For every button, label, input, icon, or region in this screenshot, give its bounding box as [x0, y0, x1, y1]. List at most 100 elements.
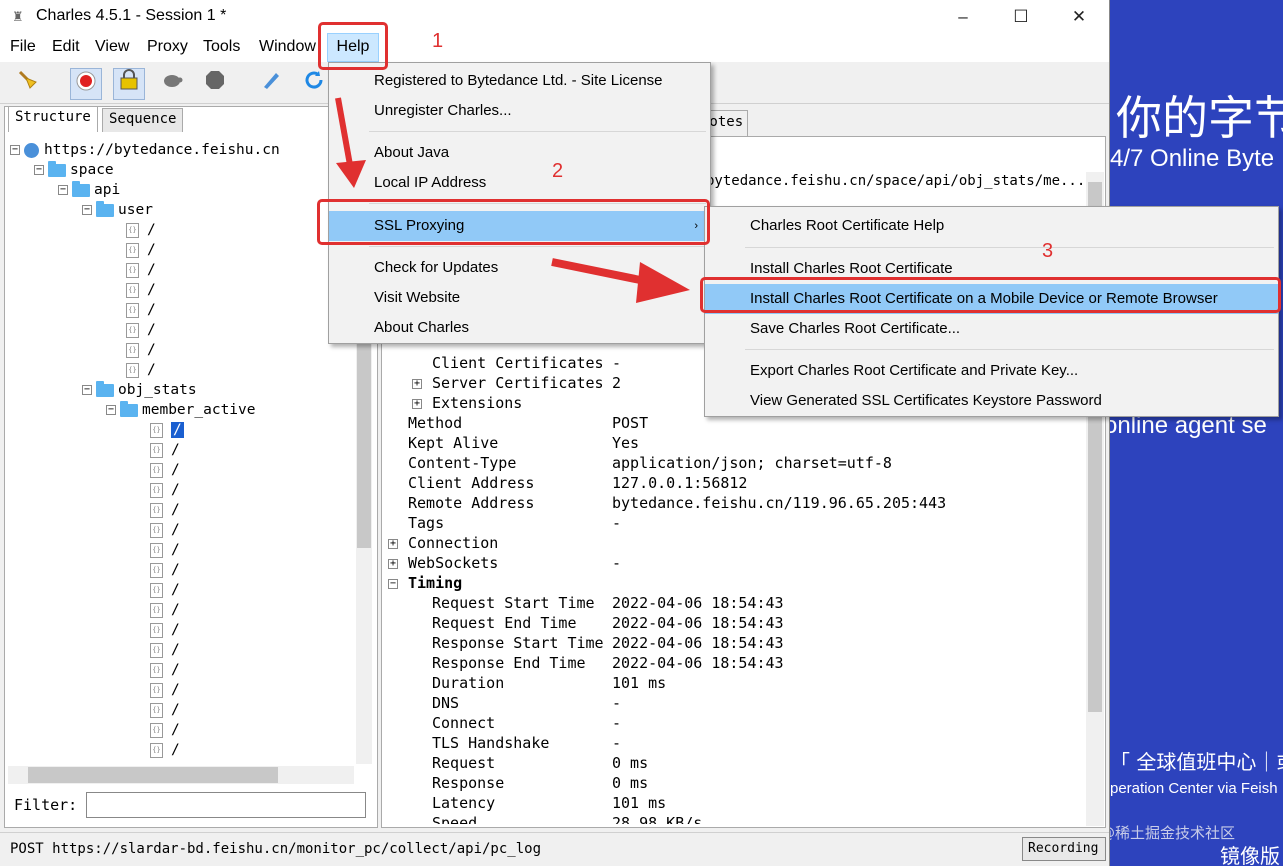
- tree-leaf[interactable]: {} /: [150, 600, 180, 620]
- menu-item-local-ip[interactable]: Local IP Address: [329, 168, 710, 198]
- tree-leaf[interactable]: {} /: [150, 480, 180, 500]
- collapse-icon[interactable]: −: [106, 405, 116, 415]
- detail-row[interactable]: + Connection: [386, 534, 1086, 554]
- menu-item-keystore-password[interactable]: View Generated SSL Certificates Keystore…: [705, 386, 1278, 416]
- menu-tools[interactable]: Tools: [203, 38, 240, 56]
- collapse-icon[interactable]: −: [388, 579, 398, 589]
- tree-api[interactable]: − api: [58, 180, 120, 200]
- turtle-icon[interactable]: [156, 68, 188, 100]
- bg-text-5: peration Center via Feish: [1110, 780, 1278, 797]
- pen-icon[interactable]: [255, 68, 287, 100]
- collapse-icon[interactable]: −: [82, 205, 92, 215]
- record-icon[interactable]: [70, 68, 102, 100]
- tree-leaf[interactable]: {} /: [150, 680, 180, 700]
- refresh-icon[interactable]: [298, 68, 330, 100]
- detail-key: Connect: [432, 714, 496, 732]
- minimize-button[interactable]: –: [940, 4, 986, 30]
- tree-leaf[interactable]: {} /: [150, 460, 180, 480]
- detail-row[interactable]: Speed 28.98 KB/s: [386, 814, 1086, 824]
- tree-leaf[interactable]: {} /: [126, 260, 156, 280]
- detail-row[interactable]: TLS Handshake -: [386, 734, 1086, 754]
- tree-leaf[interactable]: {} /: [150, 700, 180, 720]
- collapse-icon[interactable]: −: [10, 145, 20, 155]
- menu-item-root-cert-help[interactable]: Charles Root Certificate Help: [705, 211, 1278, 241]
- menu-edit[interactable]: Edit: [52, 38, 80, 56]
- tree-leaf[interactable]: {} /: [126, 220, 156, 240]
- broom-icon[interactable]: [12, 68, 44, 100]
- detail-row[interactable]: Request End Time 2022-04-06 18:54:43: [386, 614, 1086, 634]
- menu-item-unregister[interactable]: Unregister Charles...: [329, 96, 710, 126]
- tree-leaf[interactable]: {} /: [150, 540, 180, 560]
- tree-host[interactable]: − https://bytedance.feishu.cn: [10, 140, 280, 160]
- menu-item-visit-website[interactable]: Visit Website: [329, 283, 710, 313]
- detail-row[interactable]: DNS -: [386, 694, 1086, 714]
- expand-icon[interactable]: +: [388, 559, 398, 569]
- collapse-icon[interactable]: −: [34, 165, 44, 175]
- tree-obj-stats[interactable]: − obj_stats: [82, 380, 197, 400]
- tree-leaf[interactable]: {} /: [150, 560, 180, 580]
- tree-leaf[interactable]: {} /: [126, 300, 156, 320]
- throttle-icon[interactable]: [113, 68, 145, 100]
- menu-view[interactable]: View: [95, 38, 129, 56]
- collapse-icon[interactable]: −: [82, 385, 92, 395]
- tree-leaf[interactable]: {} /: [150, 580, 180, 600]
- tree-leaf[interactable]: {} /: [150, 500, 180, 520]
- tree-leaf[interactable]: {} /: [150, 720, 180, 740]
- tree-leaf[interactable]: {} /: [126, 360, 156, 380]
- menu-item-registered[interactable]: Registered to Bytedance Ltd. - Site Lice…: [329, 66, 710, 96]
- tree-leaf[interactable]: {} /: [150, 440, 180, 460]
- detail-row[interactable]: Duration 101 ms: [386, 674, 1086, 694]
- tree-leaf[interactable]: {} /: [150, 660, 180, 680]
- menu-item-save-root-cert[interactable]: Save Charles Root Certificate...: [705, 314, 1278, 344]
- detail-row[interactable]: − Timing: [386, 574, 1086, 594]
- scrollbar-thumb[interactable]: [28, 767, 278, 783]
- filter-input[interactable]: [86, 792, 366, 818]
- detail-row[interactable]: Content-Type application/json; charset=ut…: [386, 454, 1086, 474]
- tree-leaf[interactable]: {} /: [126, 320, 156, 340]
- expand-icon[interactable]: +: [388, 539, 398, 549]
- detail-row[interactable]: Tags -: [386, 514, 1086, 534]
- detail-row[interactable]: Connect -: [386, 714, 1086, 734]
- menu-item-about-charles[interactable]: About Charles: [329, 313, 710, 343]
- tree-leaf[interactable]: {} /: [150, 640, 180, 660]
- tree-member-active[interactable]: − member_active: [106, 400, 256, 420]
- expand-icon[interactable]: +: [412, 399, 422, 409]
- tree-leaf-selected[interactable]: {} /: [150, 420, 184, 440]
- detail-row[interactable]: Response End Time 2022-04-06 18:54:43: [386, 654, 1086, 674]
- detail-row[interactable]: Remote Address bytedance.feishu.cn/119.96…: [386, 494, 1086, 514]
- detail-row[interactable]: Latency 101 ms: [386, 794, 1086, 814]
- detail-row[interactable]: Response Start Time 2022-04-06 18:54:43: [386, 634, 1086, 654]
- menu-proxy[interactable]: Proxy: [147, 38, 188, 56]
- tree-horizontal-scrollbar[interactable]: [8, 766, 354, 784]
- tab-structure[interactable]: Structure: [8, 106, 98, 132]
- detail-value: -: [612, 554, 622, 572]
- detail-row[interactable]: Method POST: [386, 414, 1086, 434]
- tree-user[interactable]: − user: [82, 200, 153, 220]
- maximize-button[interactable]: ☐: [998, 4, 1044, 30]
- close-button[interactable]: ✕: [1056, 4, 1102, 30]
- tree-leaf[interactable]: {} /: [126, 280, 156, 300]
- detail-row[interactable]: + WebSockets -: [386, 554, 1086, 574]
- tree-leaf[interactable]: {} /: [150, 520, 180, 540]
- menu-item-about-java[interactable]: About Java: [329, 138, 710, 168]
- menu-item-check-updates[interactable]: Check for Updates: [329, 253, 710, 283]
- detail-row[interactable]: Request Start Time 2022-04-06 18:54:43: [386, 594, 1086, 614]
- tree-space[interactable]: − space: [34, 160, 114, 180]
- tree-leaf[interactable]: {} /: [150, 740, 180, 760]
- menu-file[interactable]: File: [10, 38, 36, 56]
- tree-leaf[interactable]: {} /: [126, 340, 156, 360]
- stop-icon[interactable]: [199, 68, 231, 100]
- menu-window[interactable]: Window: [259, 38, 316, 56]
- scrollbar-thumb[interactable]: [357, 308, 371, 548]
- tree-leaf[interactable]: {} /: [126, 240, 156, 260]
- expand-icon[interactable]: +: [412, 379, 422, 389]
- tab-sequence[interactable]: Sequence: [102, 108, 184, 132]
- detail-row[interactable]: Response 0 ms: [386, 774, 1086, 794]
- detail-row[interactable]: Request 0 ms: [386, 754, 1086, 774]
- detail-row[interactable]: Kept Alive Yes: [386, 434, 1086, 454]
- recording-indicator[interactable]: Recording: [1022, 837, 1106, 861]
- detail-row[interactable]: Client Address 127.0.0.1:56812: [386, 474, 1086, 494]
- tree-leaf[interactable]: {} /: [150, 620, 180, 640]
- menu-item-export-cert[interactable]: Export Charles Root Certificate and Priv…: [705, 356, 1278, 386]
- collapse-icon[interactable]: −: [58, 185, 68, 195]
